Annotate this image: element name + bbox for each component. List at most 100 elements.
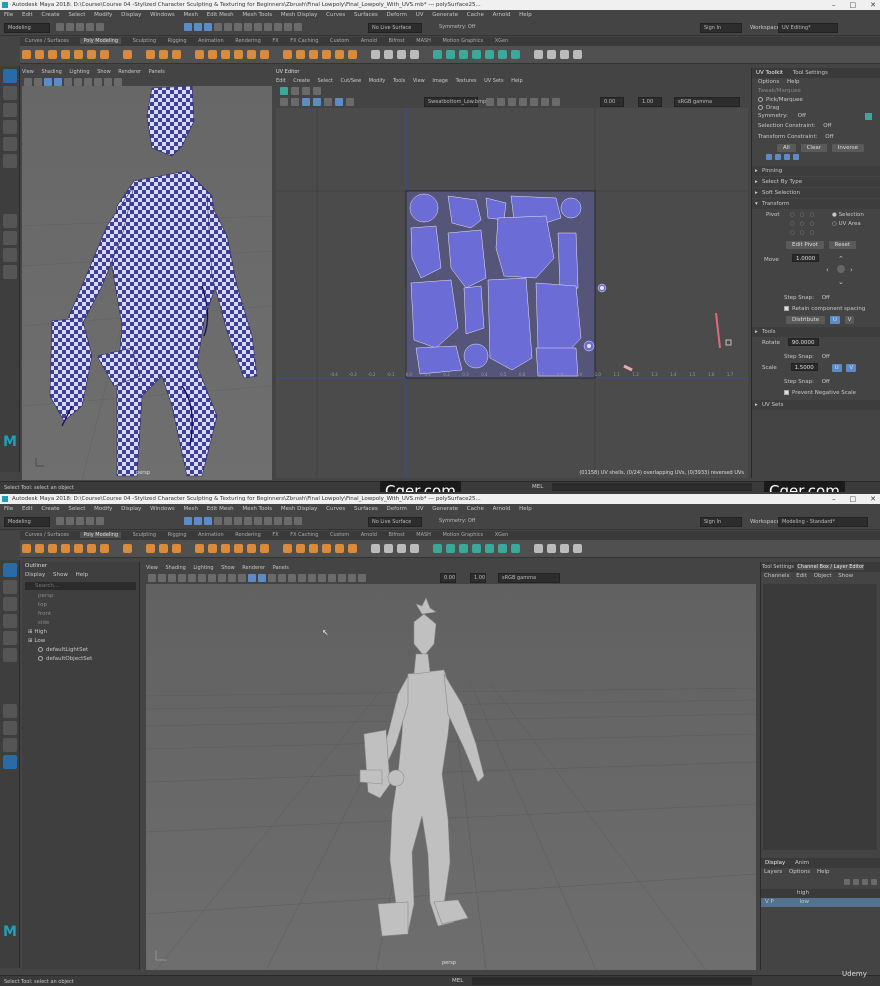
pivot-grid-icon[interactable]: ○○○ <box>790 228 819 239</box>
workspace-dropdown[interactable]: UV Editing* <box>778 23 838 33</box>
combine-icon[interactable] <box>195 544 204 553</box>
motion-blur-icon[interactable] <box>308 574 316 582</box>
persp-outliner-icon[interactable] <box>3 755 17 769</box>
uv-menu-help[interactable]: Help <box>511 78 522 84</box>
wireframe-icon[interactable] <box>248 574 256 582</box>
ipr-icon[interactable] <box>294 23 302 31</box>
select-tool-icon[interactable] <box>3 69 17 83</box>
layers-menu[interactable]: Layers <box>764 869 782 875</box>
poly-cone-icon[interactable] <box>61 544 70 553</box>
menu-select[interactable]: Select <box>68 12 85 18</box>
new-scene-icon[interactable] <box>56 517 64 525</box>
xray-joints-icon[interactable] <box>348 574 356 582</box>
shelf-tab-rendering[interactable]: Rendering <box>235 532 261 538</box>
shelf-tab-rendering[interactable]: Rendering <box>235 38 261 44</box>
mask-icon[interactable] <box>234 517 242 525</box>
grid-icon[interactable] <box>573 50 582 59</box>
uv-planar-icon[interactable] <box>433 50 442 59</box>
select-object-icon[interactable] <box>194 23 202 31</box>
shadows-icon[interactable] <box>84 78 92 86</box>
soften-edge-icon[interactable] <box>534 50 543 59</box>
checker-icon[interactable] <box>560 50 569 59</box>
menu-deform[interactable]: Deform <box>387 506 407 512</box>
bridge-icon[interactable] <box>296 50 305 59</box>
shelf-tab-curves[interactable]: Curves / Surfaces <box>25 38 69 44</box>
uv-shell-icon[interactable] <box>280 87 288 95</box>
exposure-field[interactable]: 0.00 <box>600 97 624 107</box>
merge-icon[interactable] <box>335 544 344 553</box>
ipr-icon[interactable] <box>294 517 302 525</box>
camera-attr-icon[interactable] <box>158 574 166 582</box>
shading-menu[interactable]: Shading <box>165 565 185 571</box>
menu-cache[interactable]: Cache <box>467 506 484 512</box>
mask-icon[interactable] <box>224 23 232 31</box>
gate-mask-icon[interactable] <box>218 574 226 582</box>
select-hierarchy-icon[interactable] <box>184 517 192 525</box>
uv-filter-icon[interactable] <box>552 98 560 106</box>
menu-arnold[interactable]: Arnold <box>493 12 511 18</box>
show-menu[interactable]: Show <box>221 565 235 571</box>
save-scene-icon[interactable] <box>76 517 84 525</box>
menu-edit-mesh[interactable]: Edit Mesh <box>207 506 234 512</box>
menu-mesh-display[interactable]: Mesh Display <box>281 12 318 18</box>
dof-icon[interactable] <box>328 574 336 582</box>
panels-menu[interactable]: Panels <box>149 69 165 75</box>
menu-help[interactable]: Help <box>519 12 532 18</box>
select-component-icon[interactable] <box>204 23 212 31</box>
minimize-icon[interactable]: – <box>832 0 836 10</box>
select-component-icon[interactable] <box>204 517 212 525</box>
uv-isolate-icon[interactable] <box>541 98 549 106</box>
lighting-menu[interactable]: Lighting <box>69 69 89 75</box>
film-gate-icon[interactable] <box>198 574 206 582</box>
uv-pin-icon[interactable] <box>302 87 310 95</box>
super-shape-icon[interactable] <box>123 544 132 553</box>
extract-icon[interactable] <box>247 544 256 553</box>
outliner-item-persp[interactable]: persp <box>26 592 139 601</box>
uv-unfold-icon[interactable] <box>498 544 507 553</box>
uv-shaded-icon[interactable] <box>313 98 321 106</box>
uv-camera-icon[interactable] <box>485 544 494 553</box>
merge-icon[interactable] <box>335 50 344 59</box>
channels-show-menu[interactable]: Show <box>838 573 853 579</box>
distribute-button[interactable]: Distribute <box>786 316 826 324</box>
uv-auto-icon[interactable] <box>472 544 481 553</box>
menu-generate[interactable]: Generate <box>432 506 458 512</box>
uv-menu-cut-sew[interactable]: Cut/Sew <box>341 78 362 84</box>
move-center-icon[interactable] <box>837 265 845 273</box>
menu-set-dropdown[interactable]: Modeling <box>4 517 50 527</box>
svg-icon[interactable] <box>172 50 181 59</box>
menu-cache[interactable]: Cache <box>467 12 484 18</box>
command-input[interactable] <box>472 977 752 985</box>
poly-cylinder-icon[interactable] <box>48 544 57 553</box>
uv-menu-view[interactable]: View <box>413 78 425 84</box>
menu-file[interactable]: File <box>4 506 13 512</box>
layer-row-high[interactable]: high <box>761 889 880 898</box>
lasso-tool-icon[interactable] <box>3 86 17 100</box>
uv-rgb-icon[interactable] <box>519 98 527 106</box>
bevel-icon[interactable] <box>309 50 318 59</box>
select-face-icon[interactable] <box>784 154 790 160</box>
tab-tool-settings[interactable]: Tool Settings <box>793 70 828 76</box>
uv-menu-textures[interactable]: Textures <box>456 78 477 84</box>
poly-sphere-icon[interactable] <box>22 50 31 59</box>
uv-flip-icon[interactable] <box>313 87 321 95</box>
poly-torus-icon[interactable] <box>74 50 83 59</box>
select-all-button[interactable]: All <box>777 144 796 152</box>
tab-uv-toolkit[interactable]: UV Toolkit <box>756 70 783 76</box>
uv-checker-icon[interactable] <box>302 98 310 106</box>
tweak-marquee-option[interactable]: Tweak/Marquee <box>752 87 880 96</box>
menu-mesh[interactable]: Mesh <box>183 506 197 512</box>
layer-move-down-icon[interactable] <box>853 879 859 885</box>
transform-section[interactable]: Transform <box>752 199 880 209</box>
prevent-negative-scale-checkbox[interactable]: Prevent Negative Scale <box>752 388 880 399</box>
uv-grid-icon[interactable] <box>291 87 299 95</box>
poly-disc-icon[interactable] <box>100 544 109 553</box>
soft-selection-section[interactable]: Soft Selection <box>752 188 880 198</box>
shelf-tab-poly-modeling[interactable]: Poly Modeling <box>80 532 122 538</box>
target-weld-icon[interactable] <box>384 50 393 59</box>
outliner-item-side[interactable]: side <box>26 619 139 628</box>
field-chart-icon[interactable] <box>228 574 236 582</box>
perspective-viewport[interactable]: persp <box>22 86 272 480</box>
layer-tab-display[interactable]: Display <box>765 860 785 866</box>
persp-outliner-icon[interactable] <box>3 265 17 279</box>
